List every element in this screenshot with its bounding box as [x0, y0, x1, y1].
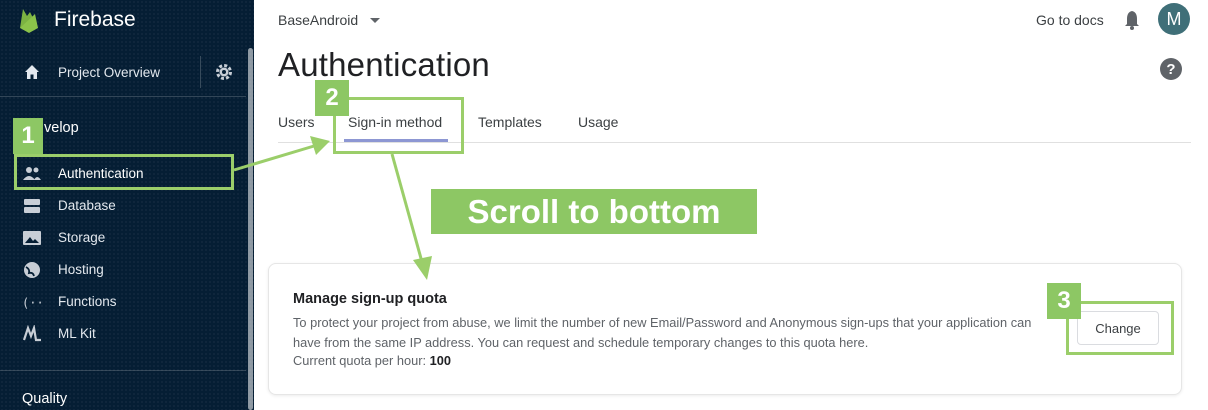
project-overview-label: Project Overview: [58, 64, 161, 80]
brand-name: Firebase: [54, 8, 136, 31]
project-selector[interactable]: BaseAndroid: [278, 12, 381, 28]
tab-usage[interactable]: Usage: [578, 114, 618, 130]
sidebar-scrollbar[interactable]: [248, 48, 253, 410]
sidebar-item-label: Storage: [58, 230, 106, 245]
sidebar-divider: [0, 96, 246, 97]
annotation-box-authentication: [14, 154, 234, 190]
help-icon[interactable]: ?: [1160, 58, 1182, 80]
sidebar-item-storage[interactable]: Storage: [0, 223, 246, 253]
sidebar-item-label: ML Kit: [58, 326, 96, 341]
sidebar-item-functions[interactable]: (···) Functions: [0, 287, 246, 317]
develop-section-title: velop: [44, 120, 79, 136]
firebase-logo-icon: [20, 9, 38, 33]
sidebar: Firebase Project Overview velop Authenti…: [0, 0, 254, 410]
firebase-brand[interactable]: Firebase: [18, 4, 136, 36]
card-description: To protect your project from abuse, we l…: [293, 315, 1032, 350]
quota-label: Current quota per hour:: [293, 353, 427, 368]
sidebar-item-label: Database: [58, 198, 116, 213]
globe-icon: [24, 262, 40, 278]
bell-icon[interactable]: [1122, 9, 1142, 31]
chevron-down-icon: [370, 17, 381, 23]
tab-users[interactable]: Users: [278, 114, 315, 130]
sidebar-item-hosting[interactable]: Hosting: [0, 255, 246, 285]
go-to-docs-link[interactable]: Go to docs: [1036, 12, 1104, 28]
quota-value: 100: [429, 353, 451, 368]
scroll-to-bottom-banner: Scroll to bottom: [431, 189, 757, 234]
annotation-step-2: 2: [315, 80, 349, 116]
page-title: Authentication: [278, 46, 490, 83]
svg-text:(···): (···): [22, 296, 42, 310]
sidebar-item-database[interactable]: Database: [0, 191, 246, 221]
overview-divider: [200, 56, 201, 88]
functions-icon: (···): [22, 296, 42, 310]
quality-section-title: Quality: [22, 391, 68, 407]
annotation-box-change: [1066, 301, 1174, 355]
signup-quota-card: Manage sign-up quota To protect your pro…: [268, 263, 1182, 395]
quota-info: Current quota per hour: 100: [293, 353, 451, 368]
annotation-box-sign-in-method: [333, 97, 464, 154]
tab-templates[interactable]: Templates: [478, 114, 542, 130]
annotation-step-3: 3: [1047, 283, 1081, 319]
avatar[interactable]: M: [1158, 3, 1190, 35]
home-icon: [25, 65, 39, 79]
project-name: BaseAndroid: [278, 12, 359, 28]
sidebar-item-label: Hosting: [58, 262, 104, 277]
mlkit-icon: [22, 325, 41, 342]
project-overview[interactable]: Project Overview: [0, 56, 254, 88]
gear-icon[interactable]: [213, 61, 235, 83]
sidebar-item-label: Functions: [58, 294, 117, 309]
annotation-step-1: 1: [13, 118, 43, 154]
database-icon: [24, 199, 40, 213]
storage-icon: [23, 231, 41, 245]
sidebar-item-mlkit[interactable]: ML Kit: [0, 319, 246, 349]
card-title: Manage sign-up quota: [293, 291, 447, 307]
sidebar-divider: [0, 370, 246, 371]
